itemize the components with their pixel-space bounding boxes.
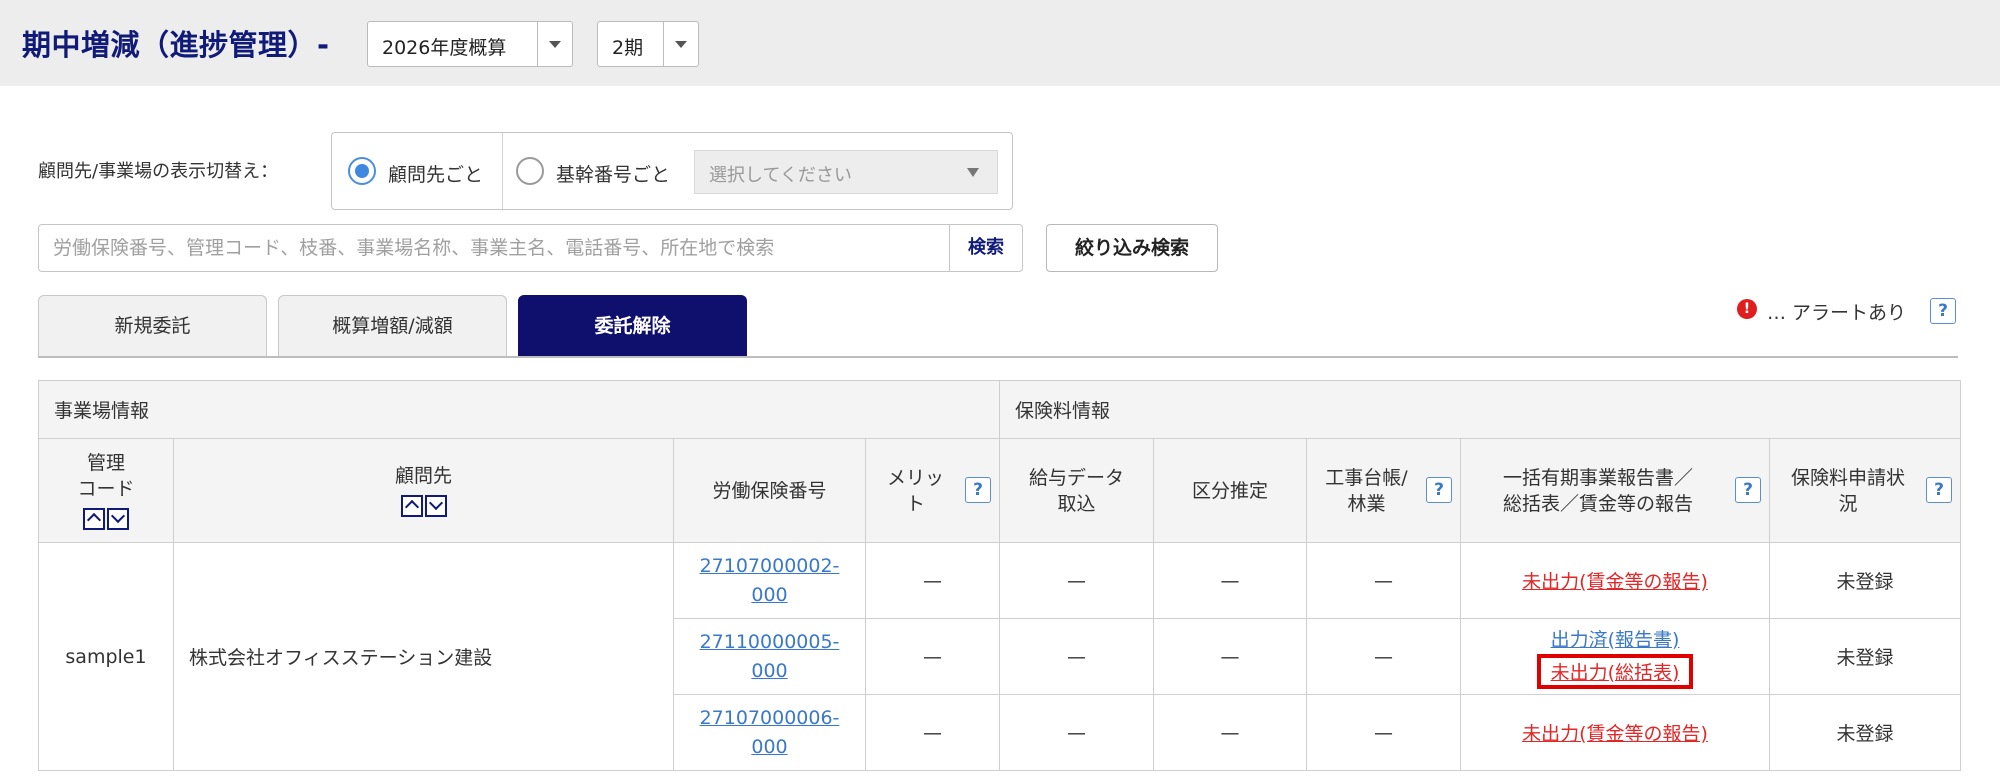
display-switch-group: 顧問先ごと 基幹番号ごと 選択してください — [331, 132, 1013, 210]
col-header-category: 区分推定 — [1153, 438, 1307, 543]
premium-status: 未登録 — [1769, 542, 1961, 619]
col-header-report: 一括有期事業報告書／ 総括表／賃金等の報告 ? — [1460, 438, 1770, 543]
sort-descending-icon[interactable] — [107, 508, 129, 530]
alert-icon: ! — [1737, 299, 1757, 319]
display-switch-label: 顧問先/事業場の表示切替え： — [38, 161, 279, 182]
base-number-select: 選択してください — [694, 150, 998, 194]
radio-base-number[interactable] — [516, 157, 544, 185]
alert-legend-text: … アラートあり — [1767, 302, 1907, 324]
category-value: — — [1153, 618, 1307, 695]
progress-table: 事業場情報 保険料情報 管理 コード 顧問先 労働保険番号 メリッ ト ? 給与… — [38, 380, 1961, 771]
col-header-code-line1: 管理 — [86, 451, 125, 474]
help-icon[interactable]: ? — [965, 477, 991, 503]
tab-underline — [38, 356, 1958, 358]
merit-value: — — [865, 694, 1000, 771]
search-button[interactable]: 検索 — [949, 224, 1023, 272]
col-header-payroll-line2: 取込 — [1057, 492, 1096, 515]
col-header-ledger: 工事台帳/ 林業 ? — [1306, 438, 1461, 543]
sort-ascending-icon[interactable] — [83, 508, 105, 530]
labor-no-part2[interactable]: 000 — [674, 581, 865, 610]
col-header-labor-no: 労働保険番号 — [673, 438, 866, 543]
labor-insurance-number-link[interactable]: 27107000002- 000 — [673, 542, 866, 619]
merit-value: — — [865, 542, 1000, 619]
col-header-client: 顧問先 — [173, 438, 674, 543]
col-header-payroll-line1: 給与データ — [1028, 466, 1124, 489]
labor-no-part2[interactable]: 000 — [674, 733, 865, 762]
col-header-payroll: 給与データ 取込 — [999, 438, 1154, 543]
premium-status: 未登録 — [1769, 694, 1961, 771]
period-select[interactable]: 2期 — [597, 21, 699, 67]
year-select-value: 2026年度概算 — [382, 37, 507, 59]
chevron-down-icon — [537, 22, 572, 66]
management-code: sample1 — [38, 542, 174, 771]
report-unoutput-link[interactable]: 未出力(賃金等の報告) — [1522, 723, 1708, 745]
col-header-merit: メリッ ト ? — [865, 438, 1000, 543]
summary-unoutput-link[interactable]: 未出力(総括表) — [1551, 662, 1680, 684]
help-icon[interactable]: ? — [1735, 477, 1761, 503]
filter-search-button[interactable]: 絞り込み検索 — [1046, 224, 1218, 272]
premium-status: 未登録 — [1769, 618, 1961, 695]
payroll-value: — — [999, 694, 1154, 771]
period-select-value: 2期 — [612, 37, 644, 59]
labor-no-part2[interactable]: 000 — [674, 657, 865, 686]
labor-no-part1[interactable]: 27107000006- — [674, 704, 865, 733]
group-header-premium: 保険料情報 — [999, 380, 1961, 439]
year-select[interactable]: 2026年度概算 — [367, 21, 573, 67]
client-name: 株式会社オフィスステーション建設 — [173, 542, 674, 771]
sort-ascending-icon[interactable] — [400, 495, 423, 517]
sort-descending-icon[interactable] — [424, 495, 447, 517]
labor-insurance-number-link[interactable]: 27107000006- 000 — [673, 694, 866, 771]
col-header-code: 管理 コード — [38, 438, 174, 543]
chevron-down-icon — [663, 22, 698, 66]
ledger-value: — — [1306, 542, 1461, 619]
tab-contract-cancel[interactable]: 委託解除 — [518, 295, 747, 357]
payroll-value: — — [999, 542, 1154, 619]
col-header-client-label: 顧問先 — [394, 464, 452, 487]
col-header-report-line1: 一括有期事業報告書／ — [1502, 466, 1693, 489]
highlight-box: 未出力(総括表) — [1536, 653, 1694, 689]
labor-no-part1[interactable]: 27107000002- — [674, 552, 865, 581]
report-unoutput-link[interactable]: 未出力(賃金等の報告) — [1522, 571, 1708, 593]
category-value: — — [1153, 694, 1307, 771]
col-header-status: 保険料申請状 況 ? — [1769, 438, 1961, 543]
divider — [502, 133, 503, 209]
page-title: 期中増減（進捗管理）- — [22, 28, 330, 62]
help-icon[interactable]: ? — [1926, 477, 1952, 503]
help-icon[interactable]: ? — [1426, 477, 1452, 503]
radio-client[interactable] — [348, 157, 376, 185]
merit-value: — — [865, 618, 1000, 695]
tab-estimate-change[interactable]: 概算増額/減額 — [278, 295, 507, 357]
report-output-done-link[interactable]: 出力済(報告書) — [1461, 625, 1769, 652]
radio-client-label[interactable]: 顧問先ごと — [388, 160, 483, 187]
tab-new-contract[interactable]: 新規委託 — [38, 295, 267, 357]
report-cell: 未出力(賃金等の報告) — [1460, 542, 1770, 619]
labor-insurance-number-link[interactable]: 27110000005- 000 — [673, 618, 866, 695]
base-number-select-placeholder: 選択してください — [709, 165, 852, 186]
labor-no-part1[interactable]: 27110000005- — [674, 628, 865, 657]
col-header-code-line2: コード — [77, 477, 135, 500]
ledger-value: — — [1306, 694, 1461, 771]
table-row: sample1 株式会社オフィスステーション建設 27107000002- 00… — [38, 542, 1961, 771]
group-header-site: 事業場情報 — [38, 380, 1000, 439]
ledger-value: — — [1306, 618, 1461, 695]
col-header-report-line2: 総括表／賃金等の報告 — [1502, 492, 1693, 515]
help-icon[interactable]: ? — [1930, 298, 1956, 324]
report-cell: 未出力(賃金等の報告) — [1460, 694, 1770, 771]
report-cell: 出力済(報告書) 未出力(総括表) — [1460, 618, 1770, 695]
category-value: — — [1153, 542, 1307, 619]
payroll-value: — — [999, 618, 1154, 695]
header-bar: 期中増減（進捗管理）- 2026年度概算 2期 — [0, 0, 2000, 86]
radio-base-number-label[interactable]: 基幹番号ごと — [556, 160, 670, 187]
search-input[interactable] — [38, 224, 950, 272]
triangle-down-icon — [967, 168, 979, 177]
